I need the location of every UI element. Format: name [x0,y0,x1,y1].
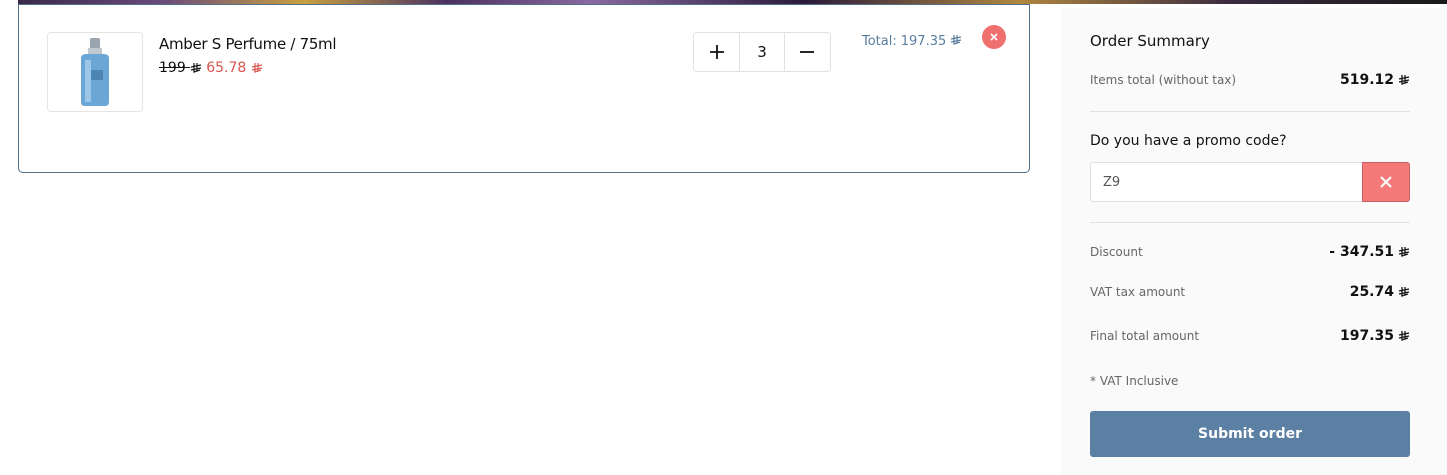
vat-inclusive-note: * VAT Inclusive [1090,374,1179,388]
summary-title: Order Summary [1090,32,1210,50]
final-total-label: Final total amount [1090,329,1200,343]
line-total-value: 197.35 [900,34,947,49]
items-total-value: 519.12 [1340,72,1410,88]
close-icon [990,33,998,41]
items-total-row: Items total (without tax) 519.12 [1090,72,1410,88]
plus-icon [709,45,724,59]
cart-item-card: Amber S Perfume / 75ml 199 65.78 3 Total… [18,4,1030,173]
discount-value: - 347.51 [1329,244,1410,260]
saudi-riyal-icon [1398,247,1410,257]
saudi-riyal-icon [191,63,202,73]
promo-code-input[interactable] [1090,162,1363,202]
minus-icon [800,51,815,53]
sale-price: 65.78 [206,60,263,76]
vat-row: VAT tax amount 25.74 [1090,284,1410,300]
saudi-riyal-icon [1398,75,1410,85]
quantity-stepper: 3 [693,32,831,72]
close-icon [1380,176,1392,188]
submit-order-button[interactable]: Submit order [1090,411,1410,457]
old-price: 199 [159,60,202,76]
final-total-value: 197.35 [1340,328,1410,344]
promo-code-label: Do you have a promo code? [1090,133,1287,149]
vat-value: 25.74 [1350,284,1410,300]
increase-quantity-button[interactable] [694,33,739,71]
discount-row: Discount - 347.51 [1090,244,1410,260]
decrease-quantity-button[interactable] [785,33,830,71]
final-total-row: Final total amount 197.35 [1090,328,1410,344]
saudi-riyal-icon [951,35,962,45]
remove-item-button[interactable] [982,25,1006,49]
clear-promo-button[interactable] [1362,162,1410,202]
quantity-value[interactable]: 3 [739,33,785,71]
product-image [47,32,143,112]
saudi-riyal-icon [1398,287,1410,297]
saudi-riyal-icon [251,63,262,73]
divider [1090,111,1410,112]
line-total: Total: 197.35 [862,34,962,49]
vat-label: VAT tax amount [1090,285,1186,299]
line-total-label: Total: [862,34,897,49]
divider [1090,222,1410,223]
product-name[interactable]: Amber S Perfume / 75ml [159,35,337,53]
items-total-label: Items total (without tax) [1090,73,1237,87]
order-summary-panel: Order Summary Items total (without tax) … [1061,8,1447,475]
discount-label: Discount [1090,245,1143,259]
saudi-riyal-icon [1398,331,1410,341]
price-row: 199 65.78 [159,60,263,76]
